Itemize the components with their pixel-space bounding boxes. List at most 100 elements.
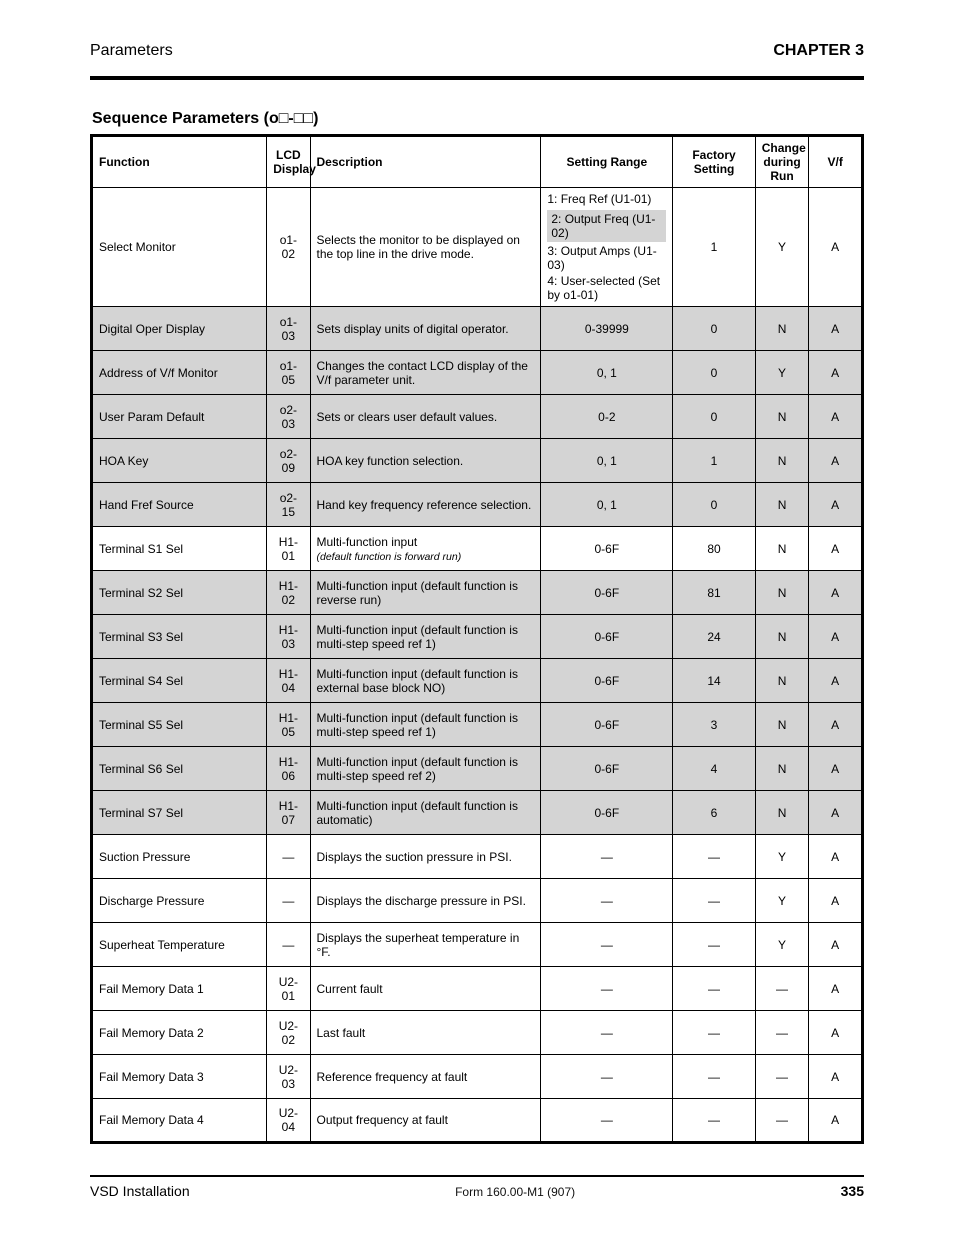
cell-lcd: o1-02 [267,188,310,307]
desc-top: Multi-function input [317,535,535,549]
cell-description: Last fault [310,1011,541,1055]
table-row: Fail Memory Data 3U2-03Reference frequen… [92,1055,863,1099]
cell-change: N [755,703,809,747]
cell-range: 0-6F [541,527,673,571]
table-row: HOA Keyo2-09HOA key function selection.0… [92,439,863,483]
cell-change: Y [755,835,809,879]
cell-lcd: — [267,879,310,923]
cell-factory: — [673,879,755,923]
cell-change: N [755,307,809,351]
cell-range: 0-6F [541,571,673,615]
cell-vf: A [809,188,863,307]
col-range: Setting Range [541,136,673,188]
cell-vf: A [809,747,863,791]
cell-change: N [755,527,809,571]
cell-function: HOA Key [92,439,267,483]
range-option: 1: Freq Ref (U1-01) [547,192,666,206]
cell-function: Terminal S6 Sel [92,747,267,791]
table-row: Terminal S2 SelH1-02Multi-function input… [92,571,863,615]
cell-change: — [755,1011,809,1055]
table-header-row: Function LCD Display Description Setting… [92,136,863,188]
cell-function: Terminal S1 Sel [92,527,267,571]
cell-function: Terminal S5 Sel [92,703,267,747]
cell-function: Fail Memory Data 2 [92,1011,267,1055]
col-vf: V/f [809,136,863,188]
table-row: Select Monitoro1-02Selects the monitor t… [92,188,863,307]
cell-change: Y [755,923,809,967]
cell-function: Terminal S7 Sel [92,791,267,835]
table-row: Terminal S5 SelH1-05Multi-function input… [92,703,863,747]
rule-bottom [90,1175,864,1177]
range-option: 4: User-selected (Set by o1-01) [547,274,666,302]
cell-function: Hand Fref Source [92,483,267,527]
cell-change: N [755,791,809,835]
cell-vf: A [809,351,863,395]
parameter-table: Function LCD Display Description Setting… [90,134,864,1144]
cell-change: N [755,439,809,483]
cell-factory: 14 [673,659,755,703]
cell-range: — [541,835,673,879]
cell-description: Displays the discharge pressure in PSI. [310,879,541,923]
cell-change: N [755,747,809,791]
cell-description: Multi-function input (default function i… [310,747,541,791]
cell-lcd: H1-04 [267,659,310,703]
cell-factory: 1 [673,188,755,307]
table-row: Terminal S7 SelH1-07Multi-function input… [92,791,863,835]
chapter-label: CHAPTER 3 [773,42,864,60]
cell-factory: 80 [673,527,755,571]
cell-change: — [755,1055,809,1099]
cell-vf: A [809,571,863,615]
cell-lcd: H1-06 [267,747,310,791]
cell-factory: 0 [673,395,755,439]
cell-range: — [541,923,673,967]
cell-lcd: U2-03 [267,1055,310,1099]
cell-description: Multi-function input (default function i… [310,615,541,659]
table-row: Digital Oper Displayo1-03Sets display un… [92,307,863,351]
cell-range: 0-6F [541,703,673,747]
table-row: Terminal S3 SelH1-03Multi-function input… [92,615,863,659]
cell-lcd: U2-04 [267,1099,310,1143]
cell-function: Terminal S3 Sel [92,615,267,659]
cell-lcd: H1-05 [267,703,310,747]
cell-range: — [541,1099,673,1143]
cell-factory: — [673,835,755,879]
cell-description: Selects the monitor to be displayed on t… [310,188,541,307]
cell-description: Output frequency at fault [310,1099,541,1143]
rule-top [90,76,864,80]
cell-vf: A [809,307,863,351]
cell-function: Fail Memory Data 4 [92,1099,267,1143]
cell-range: 0, 1 [541,351,673,395]
cell-vf: A [809,967,863,1011]
table-row: Hand Fref Sourceo2-15Hand key frequency … [92,483,863,527]
cell-function: Terminal S2 Sel [92,571,267,615]
table-row: Terminal S4 SelH1-04Multi-function input… [92,659,863,703]
cell-description: Multi-function input (default function i… [310,571,541,615]
cell-range: — [541,1055,673,1099]
cell-lcd: H1-02 [267,571,310,615]
cell-change: N [755,615,809,659]
cell-change: N [755,571,809,615]
cell-function: Terminal S4 Sel [92,659,267,703]
table-row: Fail Memory Data 2U2-02Last fault———A [92,1011,863,1055]
cell-vf: A [809,615,863,659]
cell-factory: — [673,1011,755,1055]
cell-lcd: o2-15 [267,483,310,527]
cell-factory: — [673,967,755,1011]
col-description: Description [310,136,541,188]
cell-lcd: U2-01 [267,967,310,1011]
cell-vf: A [809,835,863,879]
table-row: Fail Memory Data 4U2-04Output frequency … [92,1099,863,1143]
table-row: Superheat Temperature—Displays the super… [92,923,863,967]
cell-range: 0, 1 [541,483,673,527]
cell-description: Displays the superheat temperature in °F… [310,923,541,967]
table-row: User Param Defaulto2-03Sets or clears us… [92,395,863,439]
table-row: Address of V/f Monitoro1-05Changes the c… [92,351,863,395]
table-row: Suction Pressure—Displays the suction pr… [92,835,863,879]
table-row: Discharge Pressure—Displays the discharg… [92,879,863,923]
range-option: 3: Output Amps (U1-03) [547,244,666,272]
col-function: Function [92,136,267,188]
desc-note: (default function is forward run) [317,551,535,563]
cell-lcd: H1-07 [267,791,310,835]
cell-range: 0-6F [541,791,673,835]
cell-vf: A [809,439,863,483]
